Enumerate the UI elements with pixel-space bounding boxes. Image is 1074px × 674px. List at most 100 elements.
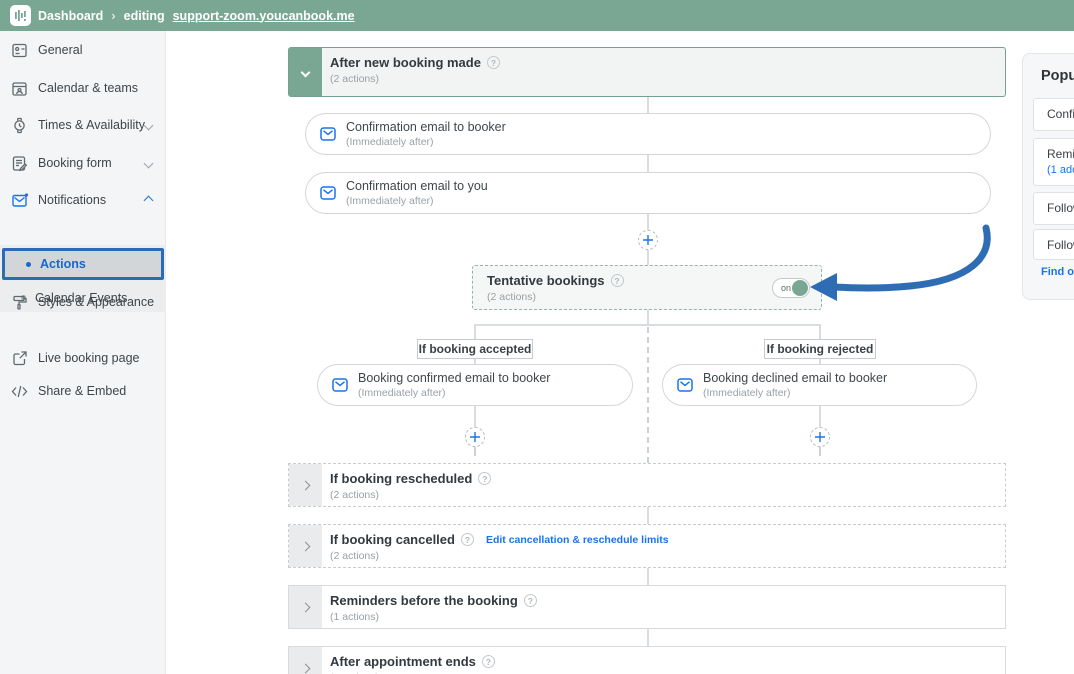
popular-card-title: Confirmation: [1047, 107, 1074, 121]
sidebar-item-general[interactable]: General: [0, 33, 166, 67]
expand-node-button[interactable]: [289, 525, 322, 567]
breadcrumb-separator: ›: [111, 8, 116, 23]
sidebar-item-label: Times & Availability: [38, 118, 145, 132]
find-out-more-link[interactable]: Find out more: [1041, 266, 1074, 278]
action-card-booking-confirmed[interactable]: Booking confirmed email to booker (Immed…: [317, 364, 633, 406]
breadcrumb-dashboard[interactable]: Dashboard: [38, 9, 103, 23]
action-card-confirmation-booker[interactable]: Confirmation email to booker (Immediatel…: [305, 113, 991, 155]
sidebar-item-actions[interactable]: Actions: [2, 248, 164, 280]
node-actions-count: (1 actions): [330, 611, 380, 623]
help-icon[interactable]: [523, 594, 537, 607]
card-title: Booking declined email to booker: [703, 371, 888, 385]
card-title: Booking confirmed email to booker: [358, 371, 551, 385]
email-icon: [320, 186, 336, 200]
card-title: Confirmation email to booker: [346, 120, 506, 134]
edit-cancellation-limits-link[interactable]: Edit cancellation & reschedule limits: [486, 534, 669, 546]
node-title: If booking cancelled: [330, 532, 455, 547]
chevron-down-icon: [143, 158, 154, 168]
sidebar-item-label: General: [38, 43, 83, 57]
app-window: Dashboard › editing support-zoom.youcanb…: [0, 0, 1074, 674]
email-icon: [677, 378, 693, 392]
connector-line: [819, 406, 821, 427]
chevron-right-icon: [300, 663, 311, 673]
connector-line: [647, 214, 649, 230]
sidebar-item-label: Styles & Appearance: [38, 295, 155, 309]
connector-line: [819, 325, 821, 339]
node-reminders-before-booking[interactable]: Reminders before the booking (1 actions): [288, 585, 1006, 629]
connector-line: [647, 155, 649, 172]
connector-line: [647, 310, 649, 325]
popular-card-title: Follow up: [1047, 238, 1074, 252]
plus-icon: [470, 432, 480, 442]
watch-icon: [10, 116, 29, 135]
chevron-right-icon: [300, 602, 311, 612]
add-action-button[interactable]: [465, 427, 485, 447]
sidebar-item-calendar-teams[interactable]: Calendar & teams: [0, 71, 166, 105]
node-if-booking-rescheduled[interactable]: If booking rescheduled (2 actions): [288, 463, 1006, 507]
help-icon[interactable]: [481, 655, 495, 668]
connector-line: [647, 568, 649, 585]
help-icon[interactable]: [460, 533, 474, 546]
node-title: Reminders before the booking: [330, 593, 518, 608]
logo-bars-icon: [15, 10, 26, 21]
external-link-icon: [10, 349, 29, 368]
add-action-button[interactable]: [810, 427, 830, 447]
form-icon: [10, 154, 29, 173]
connector-dashed-line: [819, 447, 821, 456]
node-actions-count: (2 actions): [487, 291, 537, 303]
help-icon[interactable]: [610, 274, 624, 287]
popular-card-title: Follow up: [1047, 201, 1074, 215]
card-title: Confirmation email to you: [346, 179, 488, 193]
popular-action-card[interactable]: Confirmation: [1033, 98, 1074, 131]
connector-line: [474, 325, 476, 339]
sidebar-item-notifications[interactable]: Notifications: [0, 183, 166, 217]
sidebar-item-times-availability[interactable]: Times & Availability: [0, 108, 166, 142]
sidebar: General Calendar & teams Times & Availab…: [0, 31, 166, 674]
expand-node-button[interactable]: [289, 464, 322, 506]
expand-node-button[interactable]: [289, 647, 322, 674]
node-actions-count: (2 actions): [330, 489, 380, 501]
sidebar-item-styles-appearance[interactable]: Styles & Appearance: [0, 285, 166, 319]
sidebar-item-share-embed[interactable]: Share & Embed: [0, 374, 166, 408]
breadcrumb-editing-label: editing: [123, 8, 165, 23]
plus-icon: [815, 432, 825, 442]
connector-dashed-line: [474, 447, 476, 456]
sidebar-item-label: Booking form: [38, 156, 112, 170]
help-icon[interactable]: [478, 472, 492, 485]
collapse-node-button[interactable]: [289, 48, 322, 96]
help-icon[interactable]: [486, 56, 500, 69]
popular-card-added-count: (1 added: [1047, 164, 1074, 176]
connector-line: [647, 507, 649, 524]
card-timing: (Immediately after): [358, 387, 446, 399]
chevron-right-icon: [300, 541, 311, 551]
card-timing: (Immediately after): [346, 136, 434, 148]
branch-label-accepted: If booking accepted: [417, 339, 533, 359]
sidebar-item-label: Live booking page: [38, 351, 140, 365]
app-logo-icon[interactable]: [10, 5, 31, 26]
popular-action-card[interactable]: Follow up: [1033, 229, 1074, 260]
connector-line: [647, 97, 649, 113]
trigger-node-after-new-booking[interactable]: After new booking made (2 actions): [288, 47, 1006, 97]
sidebar-item-live-booking-page[interactable]: Live booking page: [0, 341, 166, 375]
chevron-down-icon: [300, 67, 311, 77]
bullet-icon: [26, 261, 31, 267]
popular-action-card[interactable]: Follow up: [1033, 192, 1074, 225]
popular-action-card[interactable]: Reminder (1 added: [1033, 138, 1074, 186]
breadcrumb: Dashboard › editing support-zoom.youcanb…: [38, 0, 355, 31]
panel-heading: Popular actions: [1041, 68, 1074, 84]
top-header-bar: Dashboard › editing support-zoom.youcanb…: [0, 0, 1074, 31]
add-action-button[interactable]: [638, 230, 658, 250]
node-title: After appointment ends: [330, 654, 476, 669]
sidebar-item-booking-form[interactable]: Booking form: [0, 146, 166, 180]
action-card-booking-declined[interactable]: Booking declined email to booker (Immedi…: [662, 364, 977, 406]
tentative-bookings-node[interactable]: Tentative bookings (2 actions) on: [472, 265, 822, 310]
booking-page-link[interactable]: support-zoom.youcanbook.me: [173, 9, 355, 23]
action-card-confirmation-you[interactable]: Confirmation email to you (Immediately a…: [305, 172, 991, 214]
node-after-appointment-ends[interactable]: After appointment ends (2 actions): [288, 646, 1006, 674]
popular-actions-panel: Popular actions Confirmation Reminder (1…: [1022, 53, 1074, 300]
expand-node-button[interactable]: [289, 586, 322, 628]
node-if-booking-cancelled[interactable]: If booking cancelled Edit cancellation &…: [288, 524, 1006, 568]
branch-connector-line: [474, 324, 821, 326]
code-icon: [10, 382, 29, 401]
calendar-person-icon: [10, 79, 29, 98]
